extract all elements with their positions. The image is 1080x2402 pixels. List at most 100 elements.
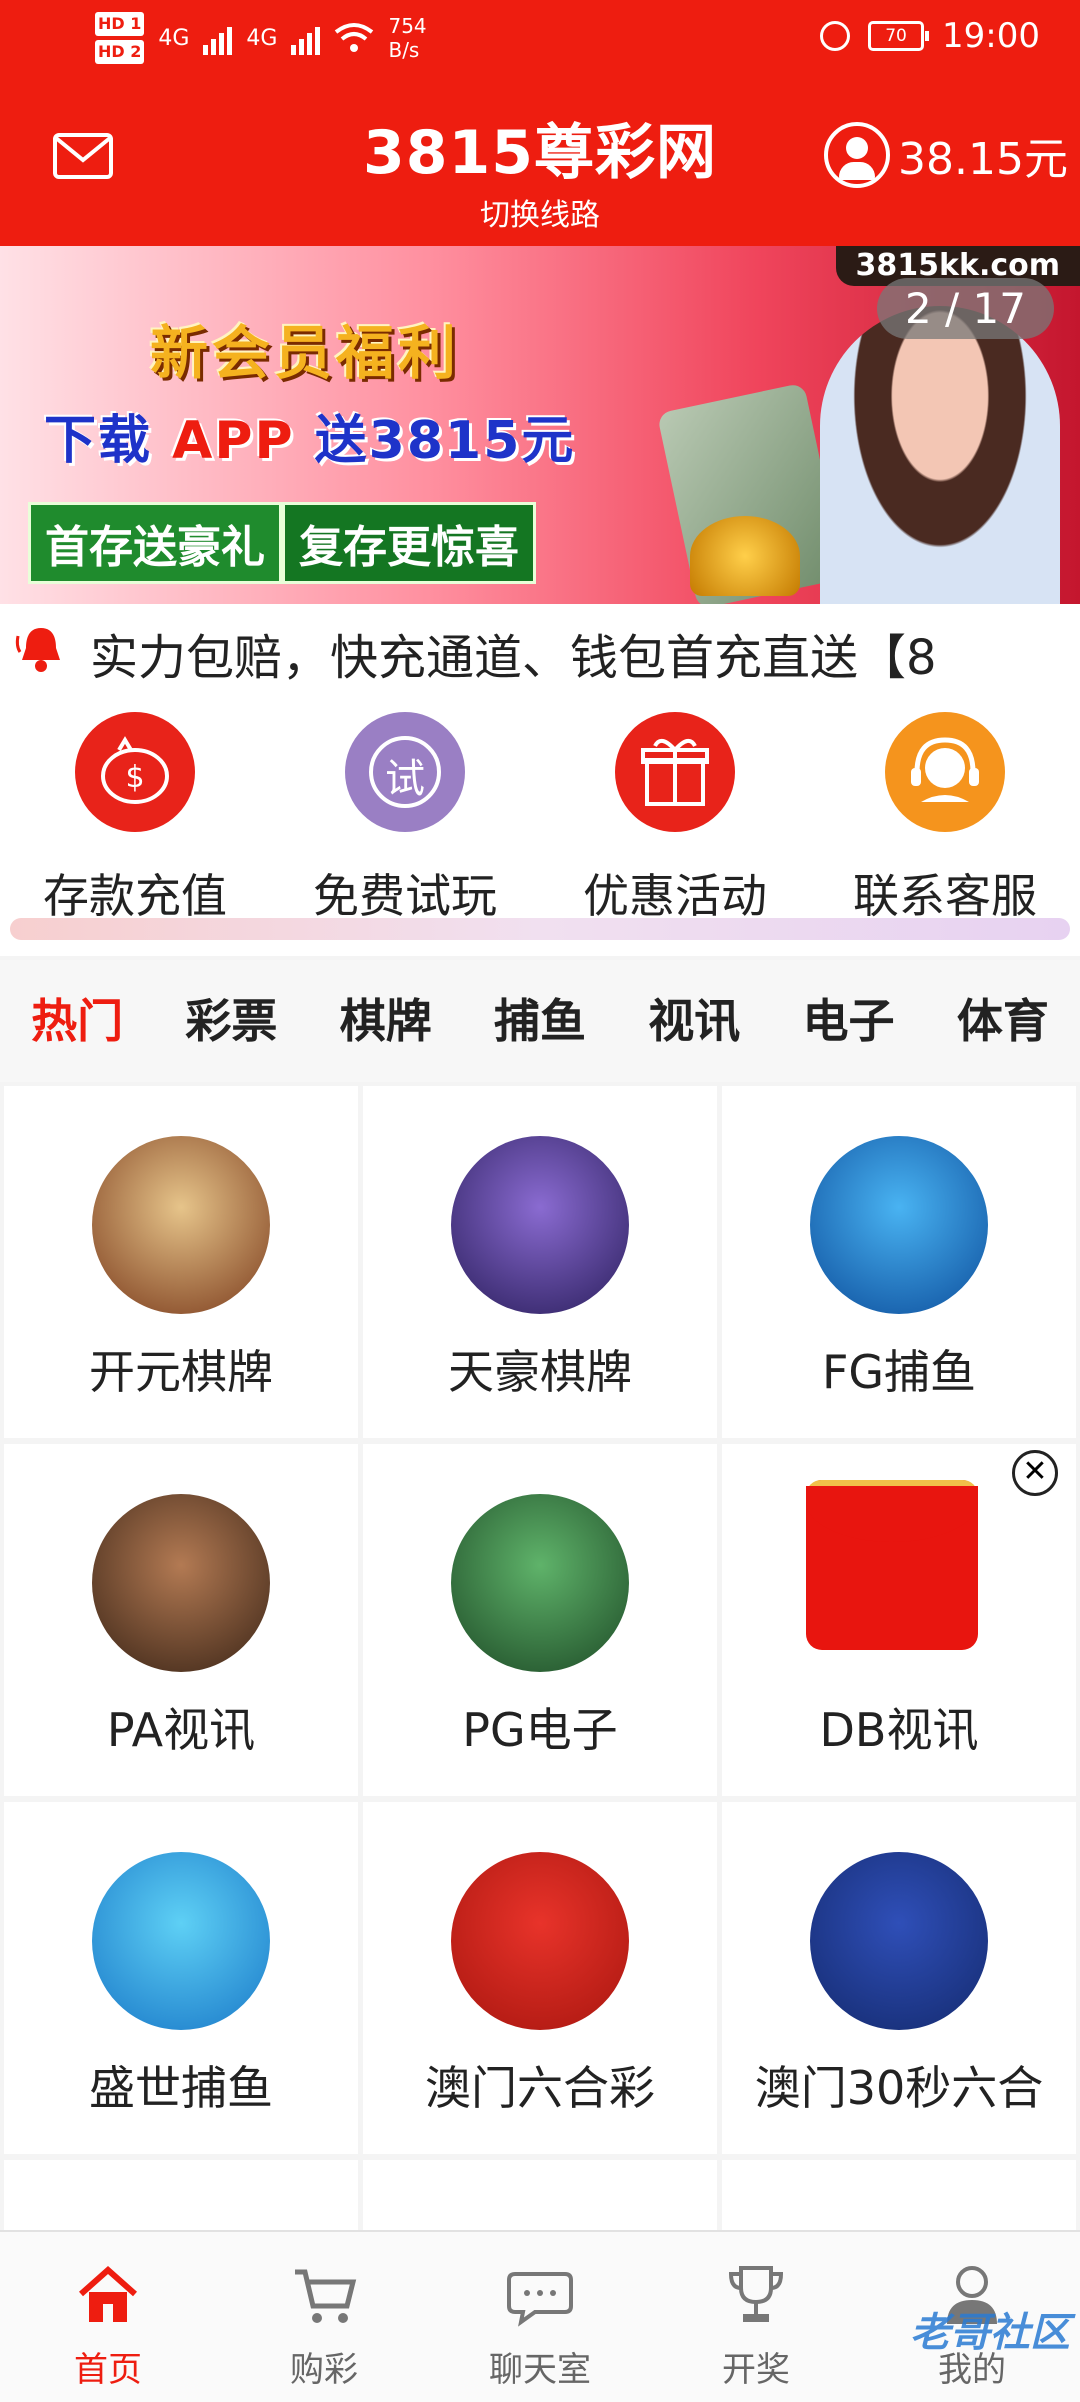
quick-actions-divider — [10, 918, 1070, 940]
quick-action-customer-service[interactable]: 联系客服 — [810, 712, 1080, 926]
pa-live-icon — [92, 1494, 270, 1672]
network-speed: 754 B/s — [388, 14, 426, 62]
chat-icon — [507, 2272, 573, 2327]
nav-chat-room[interactable]: 聊天室 — [432, 2232, 648, 2402]
trial-glyph: 试 — [385, 756, 425, 802]
home-icon — [79, 2265, 137, 2322]
account-balance[interactable]: 38.15元 — [824, 122, 1068, 188]
banner-tags: 首存送豪礼 复存更惊喜 — [28, 502, 536, 584]
category-tabs: 热门 彩票 棋牌 捕鱼 视讯 电子 体育 — [0, 960, 1080, 1082]
quick-action-label: 优惠活动 — [583, 869, 767, 923]
tab-sports[interactable]: 体育 — [926, 960, 1080, 1082]
game-name: 盛世捕鱼 — [89, 2061, 273, 2115]
game-tile-partial[interactable] — [722, 2160, 1076, 2240]
nav-label: 首页 — [74, 2350, 142, 2390]
quick-action-free-trial[interactable]: 试 免费试玩 — [270, 712, 540, 926]
sim-indicator: HD 1 HD 2 — [95, 10, 145, 66]
announcement-marquee[interactable]: 实力包赔，快充通道、钱包首充直送【8 — [0, 604, 1080, 696]
tianhao-icon — [451, 1136, 629, 1314]
macau-mark-six-icon — [451, 1852, 629, 2030]
quick-action-label: 免费试玩 — [313, 869, 497, 923]
quick-action-deposit[interactable]: $ 存款充值 — [0, 712, 270, 926]
banner-headline: 新会员福利 — [150, 319, 461, 387]
banner-subheadline: 下载 APP 送3815元 — [44, 398, 575, 473]
watermark-logo: 老哥社区 — [910, 2310, 1070, 2356]
gift-icon — [615, 712, 735, 832]
user-avatar-icon[interactable] — [824, 122, 891, 188]
wifi-icon — [335, 23, 374, 52]
promo-banner[interactable]: 3815kk.com 2 / 17 新会员福利 下载 APP 送3815元 首存… — [0, 246, 1080, 604]
tab-hot[interactable]: 热门 — [0, 960, 154, 1082]
status-bar: HD 1 HD 2 4G 4G 754 B/s 70 19:00 — [0, 0, 1080, 80]
sim1-label: HD 1 — [95, 12, 145, 36]
tab-lottery[interactable]: 彩票 — [154, 960, 308, 1082]
nav-label: 购彩 — [290, 2350, 358, 2390]
piggy-bank-icon: $ — [75, 712, 195, 832]
svg-text:$: $ — [125, 760, 144, 795]
shengshi-fishing-icon — [92, 1852, 270, 2030]
game-tile[interactable]: FG捕鱼 — [722, 1086, 1076, 1438]
network-type-2: 4G — [246, 25, 278, 51]
nav-buy-lottery[interactable]: 购彩 — [216, 2232, 432, 2402]
game-tile-partial[interactable] — [4, 2160, 358, 2240]
tab-card-games[interactable]: 棋牌 — [309, 960, 463, 1082]
banner-sub-prefix: 下载 — [44, 411, 173, 471]
clock: 19:00 — [942, 16, 1040, 56]
banner-sub-app: APP — [172, 411, 295, 471]
cart-icon — [295, 2269, 357, 2323]
game-name: 天豪棋牌 — [448, 1345, 632, 1399]
game-tile[interactable]: PG电子 — [363, 1444, 717, 1796]
banner-tag-first-deposit: 首存送豪礼 — [28, 502, 282, 584]
quick-action-promotions[interactable]: 优惠活动 — [540, 712, 810, 926]
quick-action-label: 存款充值 — [43, 869, 227, 923]
game-tile[interactable]: 盛世捕鱼 — [4, 1802, 358, 2154]
game-name: 开元棋牌 — [89, 1345, 273, 1399]
game-name: DB视讯 — [819, 1703, 979, 1757]
alarm-icon — [820, 21, 851, 51]
game-tile[interactable]: PA视讯 — [4, 1444, 358, 1796]
pg-slots-icon — [451, 1494, 629, 1672]
signal-icon — [203, 21, 233, 55]
quick-action-label: 联系客服 — [853, 869, 1037, 923]
sim2-label: HD 2 — [95, 40, 145, 64]
kaiyuan-icon — [92, 1136, 270, 1314]
tab-live[interactable]: 视讯 — [617, 960, 771, 1082]
network-type-1: 4G — [158, 25, 190, 51]
trial-icon: 试 — [345, 712, 465, 832]
game-tile[interactable]: 澳门30秒六合 — [722, 1802, 1076, 2154]
nav-label: 聊天室 — [489, 2350, 591, 2390]
nav-label: 开奖 — [722, 2350, 790, 2390]
banner-sub-suffix: 送3815元 — [294, 411, 576, 471]
game-tile-partial[interactable] — [363, 2160, 717, 2240]
fg-fishing-icon — [810, 1136, 988, 1314]
bell-icon — [15, 628, 60, 672]
red-packet-icon[interactable] — [806, 1480, 978, 1650]
speed-unit: B/s — [388, 38, 420, 62]
banner-page-counter: 2 / 17 — [876, 278, 1054, 339]
signal-icon-2 — [291, 21, 321, 55]
banner-tag-redeposit: 复存更惊喜 — [282, 502, 536, 584]
macau-30s-icon — [810, 1852, 988, 2030]
banner-model-image — [820, 306, 1060, 604]
game-name: FG捕鱼 — [821, 1345, 977, 1399]
battery-icon: 70 — [868, 21, 930, 51]
close-icon[interactable]: ✕ — [1012, 1450, 1058, 1496]
switch-line-link[interactable]: 切换线路 — [0, 190, 1080, 234]
announcement-text: 实力包赔，快充通道、钱包首充直送【8 — [90, 630, 937, 686]
app-header: 3815尊彩网 切换线路 38.15元 — [0, 80, 1080, 246]
tab-fishing[interactable]: 捕鱼 — [463, 960, 617, 1082]
trophy-icon — [728, 2266, 784, 2322]
nav-draw-results[interactable]: 开奖 — [648, 2232, 864, 2402]
nav-home[interactable]: 首页 — [0, 2232, 216, 2402]
game-tile[interactable]: 澳门六合彩 — [363, 1802, 717, 2154]
game-name: 澳门30秒六合 — [754, 2061, 1044, 2115]
vip-crown-image — [690, 516, 800, 596]
speed-value: 754 — [388, 14, 427, 38]
game-name: PG电子 — [462, 1703, 618, 1757]
game-tile[interactable]: 天豪棋牌 — [363, 1086, 717, 1438]
tab-slots[interactable]: 电子 — [771, 960, 925, 1082]
game-name: PA视讯 — [106, 1703, 256, 1757]
game-tile[interactable]: 开元棋牌 — [4, 1086, 358, 1438]
balance-amount: 38.15元 — [898, 134, 1068, 185]
game-tile[interactable]: ✕ DB视讯 — [722, 1444, 1076, 1796]
